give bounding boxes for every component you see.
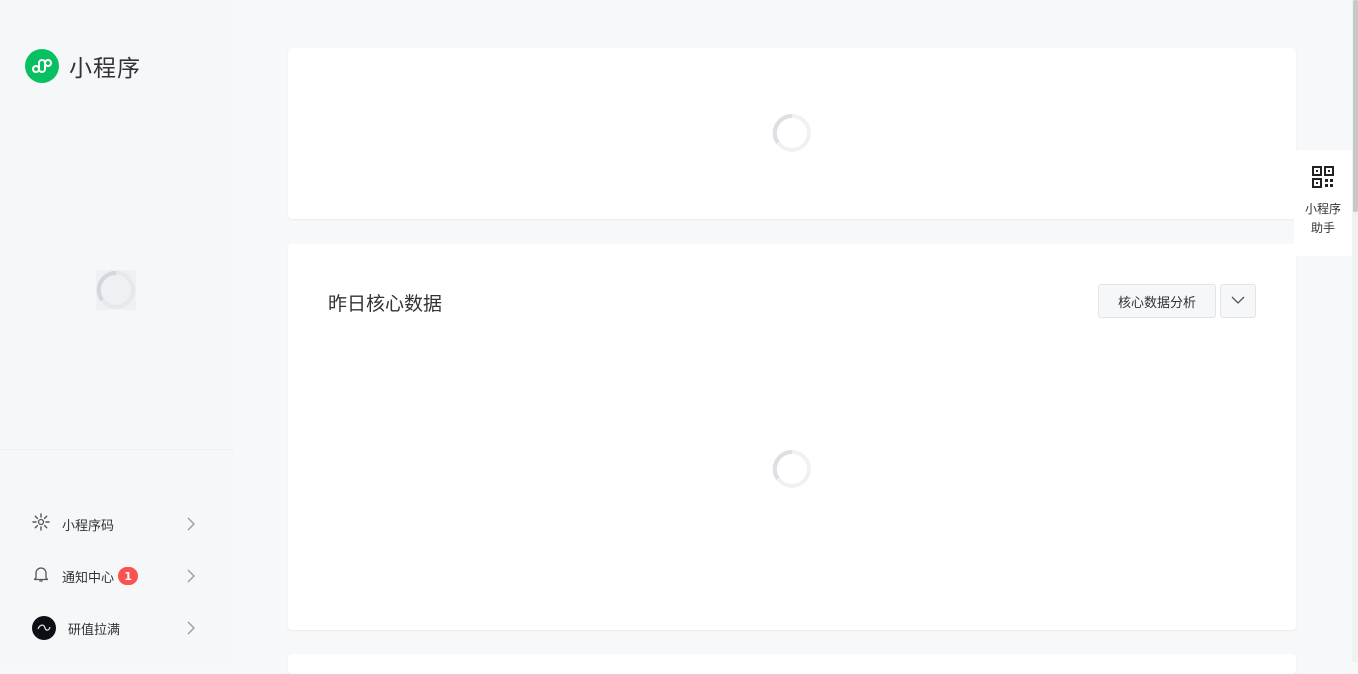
- loading-spinner-icon: [96, 270, 136, 310]
- dropdown-toggle-button[interactable]: [1220, 284, 1256, 318]
- core-data-card: 昨日核心数据 核心数据分析: [288, 244, 1296, 630]
- avatar: [32, 616, 56, 640]
- notification-count-badge: 1: [118, 567, 139, 585]
- assistant-label-line2: 助手: [1310, 221, 1335, 235]
- sidebar-item-label: 小程序码: [62, 518, 115, 534]
- miniprogram-assistant-panel[interactable]: 小程序 助手: [1294, 150, 1352, 256]
- next-card: [288, 654, 1296, 674]
- core-data-title: 昨日核心数据: [328, 293, 443, 315]
- vertical-scrollbar[interactable]: [1352, 0, 1358, 662]
- chevron-right-icon: [186, 568, 196, 588]
- app-title: 小程序: [69, 56, 141, 82]
- sidebar: 小程序 小程序码 通知中心 1 研值拉满: [0, 0, 234, 662]
- app-logo[interactable]: 小程序: [25, 49, 141, 83]
- scrollbar-thumb[interactable]: [1353, 0, 1358, 212]
- loading-spinner-icon: [772, 449, 812, 489]
- assistant-label: 小程序 助手: [1298, 200, 1348, 238]
- chevron-right-icon: [186, 516, 196, 536]
- qr-code-icon: [1312, 166, 1334, 192]
- sidebar-item-label: 研值拉满: [68, 622, 121, 638]
- sun-burst-icon: [32, 513, 50, 535]
- sidebar-item-account[interactable]: 研值拉满: [32, 616, 196, 640]
- sidebar-item-label: 通知中心: [62, 570, 115, 586]
- assistant-label-line1: 小程序: [1304, 202, 1341, 216]
- sidebar-divider: [0, 449, 234, 450]
- loading-spinner-icon: [772, 113, 812, 153]
- chevron-right-icon: [186, 620, 196, 640]
- bell-icon: [32, 565, 50, 587]
- overview-card: [288, 48, 1296, 219]
- sidebar-item-notification-center[interactable]: 通知中心 1: [32, 564, 196, 588]
- core-data-analysis-button[interactable]: 核心数据分析: [1098, 284, 1216, 318]
- sidebar-item-miniprogram-code[interactable]: 小程序码: [32, 512, 196, 536]
- chevron-down-icon: [1231, 294, 1245, 309]
- miniprogram-logo-icon: [25, 49, 59, 83]
